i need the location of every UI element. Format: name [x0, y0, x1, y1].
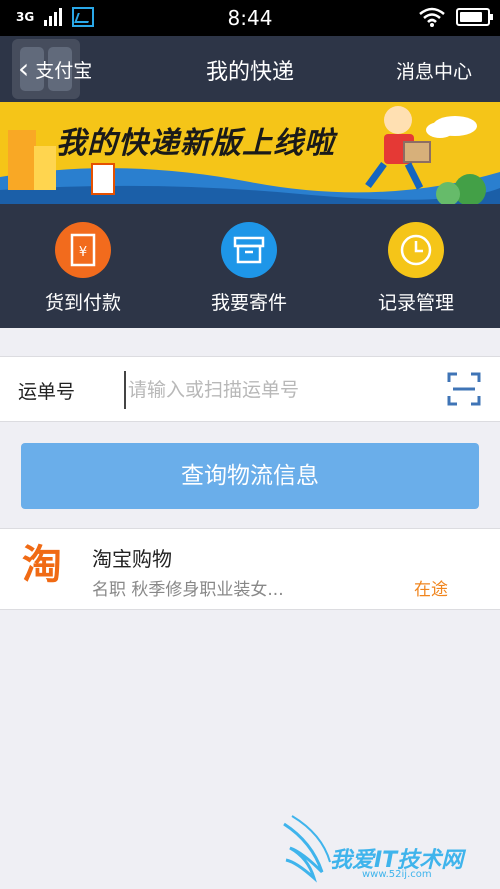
waybill-input[interactable]: [124, 371, 424, 409]
wifi-icon: [419, 7, 445, 27]
scan-icon[interactable]: [447, 372, 481, 406]
waybill-label: 运单号: [18, 381, 76, 403]
record-title: 淘宝购物: [92, 547, 172, 571]
action-label: 记录管理: [377, 292, 454, 314]
nav-bar: ‹ 支付宝 我的快递 消息中心: [0, 36, 500, 102]
status-right: [418, 6, 493, 28]
banner-headline: 我的快递新版上线啦: [56, 126, 335, 161]
record-description: 名职 秋季修身职业装女...: [92, 580, 284, 600]
action-label: 货到付款: [44, 292, 121, 314]
svg-text:¥: ¥: [79, 245, 87, 260]
cash-on-delivery-icon: ¥: [55, 222, 111, 278]
action-records[interactable]: 记录管理: [333, 204, 499, 328]
taobao-logo: 淘: [22, 542, 62, 588]
box-icon: [221, 222, 277, 278]
status-bar: 3G 8:44: [0, 0, 500, 36]
battery-level: [460, 12, 482, 22]
battery-icon: [456, 8, 493, 26]
promo-banner[interactable]: 我的快递新版上线啦: [0, 102, 500, 204]
waybill-row: 运单号: [0, 356, 500, 422]
status-badge: 在途: [414, 580, 448, 600]
watermark-url: www.52ij.com: [362, 869, 432, 880]
action-label: 我要寄件: [210, 292, 287, 314]
quick-actions: ¥ 货到付款 我要寄件 记录管理: [0, 204, 500, 328]
message-center-button[interactable]: 消息中心: [396, 57, 472, 84]
clock-icon: [388, 222, 444, 278]
action-send-package[interactable]: 我要寄件: [166, 204, 332, 328]
list-item[interactable]: 淘 淘宝购物 名职 秋季修身职业装女... 在途: [0, 528, 500, 610]
query-logistics-button[interactable]: 查询物流信息: [21, 443, 479, 509]
action-cash-on-delivery[interactable]: ¥ 货到付款: [0, 204, 166, 328]
